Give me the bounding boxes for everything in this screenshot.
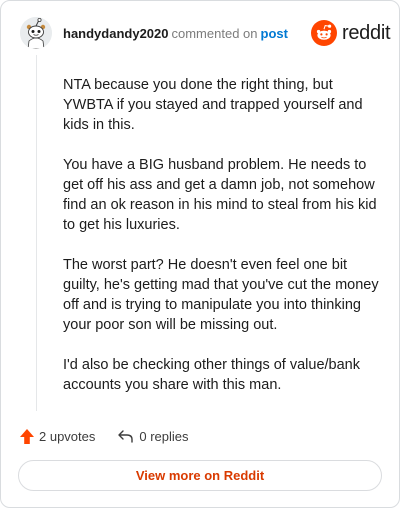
replies-button[interactable]: 0 replies xyxy=(117,428,189,444)
commented-on-text: commented on xyxy=(171,26,258,41)
reddit-logo-icon xyxy=(311,20,337,46)
view-more-on-reddit-button[interactable]: View more on Reddit xyxy=(18,460,382,491)
upvote-arrow-icon xyxy=(20,428,34,444)
snoo-avatar-icon xyxy=(20,17,52,49)
comment-paragraph: I'd also be checking other things of val… xyxy=(63,357,360,393)
replies-count: 0 replies xyxy=(139,428,189,444)
thread-line xyxy=(36,55,37,411)
comment-embed-card: handydandy2020 commented on post reddit NT… xyxy=(0,0,400,508)
username[interactable]: handydandy2020 xyxy=(63,26,169,41)
comment-body: NTA because you done the right thing, bu… xyxy=(63,75,381,395)
upvote-button[interactable]: 2 upvotes xyxy=(19,428,95,445)
avatar[interactable] xyxy=(20,17,52,49)
reply-arrow-icon xyxy=(118,429,134,443)
comment-header: handydandy2020 commented on post xyxy=(63,26,288,42)
comment-paragraph: NTA because you done the right thing, bu… xyxy=(63,77,363,133)
comment-paragraph: The worst part? He doesn't even feel one… xyxy=(63,257,379,333)
upvote-count: 2 upvotes xyxy=(39,428,96,444)
reddit-wordmark: reddit xyxy=(342,22,391,44)
comment-paragraph: You have a BIG husband problem. He needs… xyxy=(63,157,377,233)
post-link[interactable]: post xyxy=(261,26,288,41)
comment-actions: 2 upvotes 0 replies xyxy=(19,426,189,446)
reddit-brand[interactable]: reddit xyxy=(311,20,391,46)
